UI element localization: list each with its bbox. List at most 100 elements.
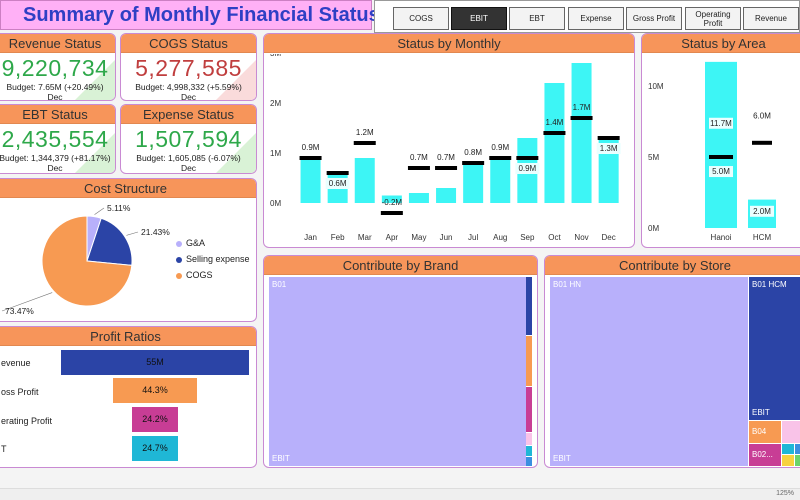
- ratio-label-operating-profit: erating Profit: [1, 416, 53, 426]
- kpi-value: 5,277,585: [135, 55, 242, 81]
- kpi-month: Dec: [47, 92, 63, 101]
- card-title: COGS Status: [121, 34, 256, 53]
- treemap-tile-small[interactable]: [526, 277, 532, 335]
- y-tick-label: 0M: [270, 199, 281, 208]
- legend-item-cogs[interactable]: COGS: [176, 270, 213, 280]
- ratio-bar-3[interactable]: 24.7%: [131, 436, 179, 461]
- data-label-apr: -0.2M: [382, 198, 403, 207]
- treemap-tile-small[interactable]: [526, 446, 532, 456]
- treemap-tile-small[interactable]: [795, 455, 800, 466]
- data-label: 5.0M: [712, 167, 730, 176]
- panel-title: Contribute by Store: [545, 256, 800, 275]
- monthly-chart[interactable]: 0M 1M 2M 3M 0.9M Jan 0.6M Feb 1.2M Mar -0.2M Apr 0.7…: [264, 54, 635, 248]
- revenue-status-card[interactable]: Revenue Status 9,220,734 Budget: 7.65M (…: [0, 33, 116, 101]
- bar-hanoi: [705, 61, 737, 228]
- card-title: Expense Status: [121, 105, 256, 124]
- kpi-month: Dec: [180, 92, 197, 101]
- status-by-area-panel: Status by Area 0M 5M 10M Hanoi HCM 11.7M 5.0M 2…: [641, 33, 800, 248]
- bar-nov: [571, 63, 592, 203]
- bar-aug: [490, 158, 511, 203]
- treemap-tile-small[interactable]: [782, 455, 794, 466]
- target-marker-dec: [597, 136, 620, 140]
- ratio-label-ebt: T: [1, 444, 7, 454]
- x-tick-label: Aug: [493, 233, 507, 242]
- legend-item-ga[interactable]: G&A: [176, 238, 205, 248]
- tab-operating-profit[interactable]: Operating Profit: [685, 7, 741, 30]
- kpi-budget: Budget: 1,605,085 (-6.07%): [136, 153, 241, 163]
- tile-label: B04: [752, 427, 767, 436]
- bar-oct: [544, 83, 565, 203]
- treemap-tile-small[interactable]: [526, 457, 532, 466]
- pie-data-label-2: 73.47%: [5, 306, 34, 316]
- ratio-bar-0[interactable]: 55M: [61, 350, 249, 375]
- kpi-month: Dec: [47, 163, 63, 173]
- target-marker-apr: [380, 211, 403, 215]
- treemap-tile-b01-hcm[interactable]: B01 HCM EBIT: [749, 277, 800, 420]
- title-bar: Summary of Monthly Financial Status: [0, 0, 380, 30]
- x-tick-label: Oct: [548, 233, 561, 242]
- data-label-dec: 1.3M: [600, 144, 618, 153]
- treemap-tile-small[interactable]: [526, 336, 532, 386]
- data-label-jan: 0.9M: [302, 143, 320, 152]
- treemap-tile-b01-hn[interactable]: B01 HN EBIT: [550, 277, 748, 466]
- expense-status-card[interactable]: Expense Status 1,507,594 Budget: 1,605,0…: [120, 104, 257, 174]
- tab-revenue[interactable]: Revenue: [743, 7, 799, 30]
- x-tick-label: Mar: [358, 233, 372, 242]
- x-tick-label: Hanoi: [711, 233, 732, 242]
- target-marker-mar: [353, 141, 376, 145]
- treemap-tile-small[interactable]: [782, 421, 800, 443]
- ebt-status-card[interactable]: EBT Status 2,435,554 Budget: 1,344,379 (…: [0, 104, 116, 174]
- legend-swatch: [176, 240, 182, 247]
- treemap-tile-b01[interactable]: B01 EBIT: [269, 277, 526, 466]
- treemap-tile-small[interactable]: [526, 387, 532, 432]
- target-marker-nov: [570, 116, 593, 120]
- tab-gross-profit[interactable]: Gross Profit: [626, 7, 682, 30]
- legend-swatch: [176, 272, 182, 279]
- y-tick-label: 3M: [270, 54, 281, 58]
- card-title: Revenue Status: [0, 34, 115, 53]
- legend-label: COGS: [186, 270, 213, 280]
- y-tick-label: 0M: [648, 224, 659, 233]
- treemap-tile-small[interactable]: [782, 444, 794, 454]
- legend-item-selling-expense[interactable]: Selling expense: [176, 254, 250, 264]
- panel-title: Cost Structure: [0, 179, 256, 198]
- tile-label: B01: [272, 280, 287, 289]
- tab-cogs[interactable]: COGS: [393, 7, 449, 30]
- treemap-tile-b02[interactable]: B02...: [749, 444, 781, 466]
- zoom-level[interactable]: 125%: [776, 490, 794, 497]
- ratio-label-gross-profit: oss Profit: [1, 387, 39, 397]
- status-bar: 125%: [0, 488, 800, 500]
- ratio-bar-2[interactable]: 24.2%: [132, 407, 178, 432]
- target-marker-feb: [326, 171, 349, 175]
- y-tick-label: 5M: [648, 153, 659, 162]
- bar-jan: [300, 158, 321, 203]
- legend-label: G&A: [186, 238, 206, 248]
- data-label-sep: 0.9M: [518, 164, 536, 173]
- area-chart[interactable]: 0M 5M 10M Hanoi HCM 11.7M 5.0M 2.0M 6.0M: [642, 54, 800, 248]
- data-label-nov: 1.7M: [573, 103, 591, 112]
- kpi-value: 9,220,734: [1, 55, 109, 81]
- ratio-bar-1[interactable]: 44.3%: [113, 378, 197, 403]
- bar-jul: [463, 163, 484, 203]
- target-marker-oct: [543, 131, 566, 135]
- pie-leader-1: [126, 231, 139, 236]
- card-title: EBT Status: [0, 105, 115, 124]
- page-title: Summary of Monthly Financial Status: [23, 4, 380, 26]
- tab-ebit[interactable]: EBIT: [451, 7, 507, 30]
- treemap-tile-small[interactable]: [526, 433, 532, 445]
- data-label-jun: 0.7M: [437, 153, 455, 162]
- pie-data-label-0: 5.11%: [107, 203, 131, 213]
- kpi-value: 2,435,554: [1, 126, 109, 152]
- cogs-status-card[interactable]: COGS Status 5,277,585 Budget: 4,998,332 …: [120, 33, 257, 101]
- tab-ebt[interactable]: EBT: [509, 7, 565, 30]
- tab-bar: COGS EBIT EBT Expense Gross Profit Opera…: [374, 0, 800, 33]
- y-tick-label: 2M: [270, 99, 281, 108]
- treemap-tile-b04[interactable]: B04: [749, 421, 781, 443]
- data-label-jul: 0.8M: [464, 148, 482, 157]
- treemap-tile-small[interactable]: [795, 444, 800, 454]
- tab-expense[interactable]: Expense: [568, 7, 624, 30]
- legend-swatch: [176, 256, 182, 263]
- status-by-monthly-panel: Status by Monthly 0M 1M 2M 3M 0.9M Jan 0.6M Feb…: [263, 33, 635, 248]
- tile-footer: EBIT: [272, 454, 290, 463]
- bar-may: [408, 193, 429, 203]
